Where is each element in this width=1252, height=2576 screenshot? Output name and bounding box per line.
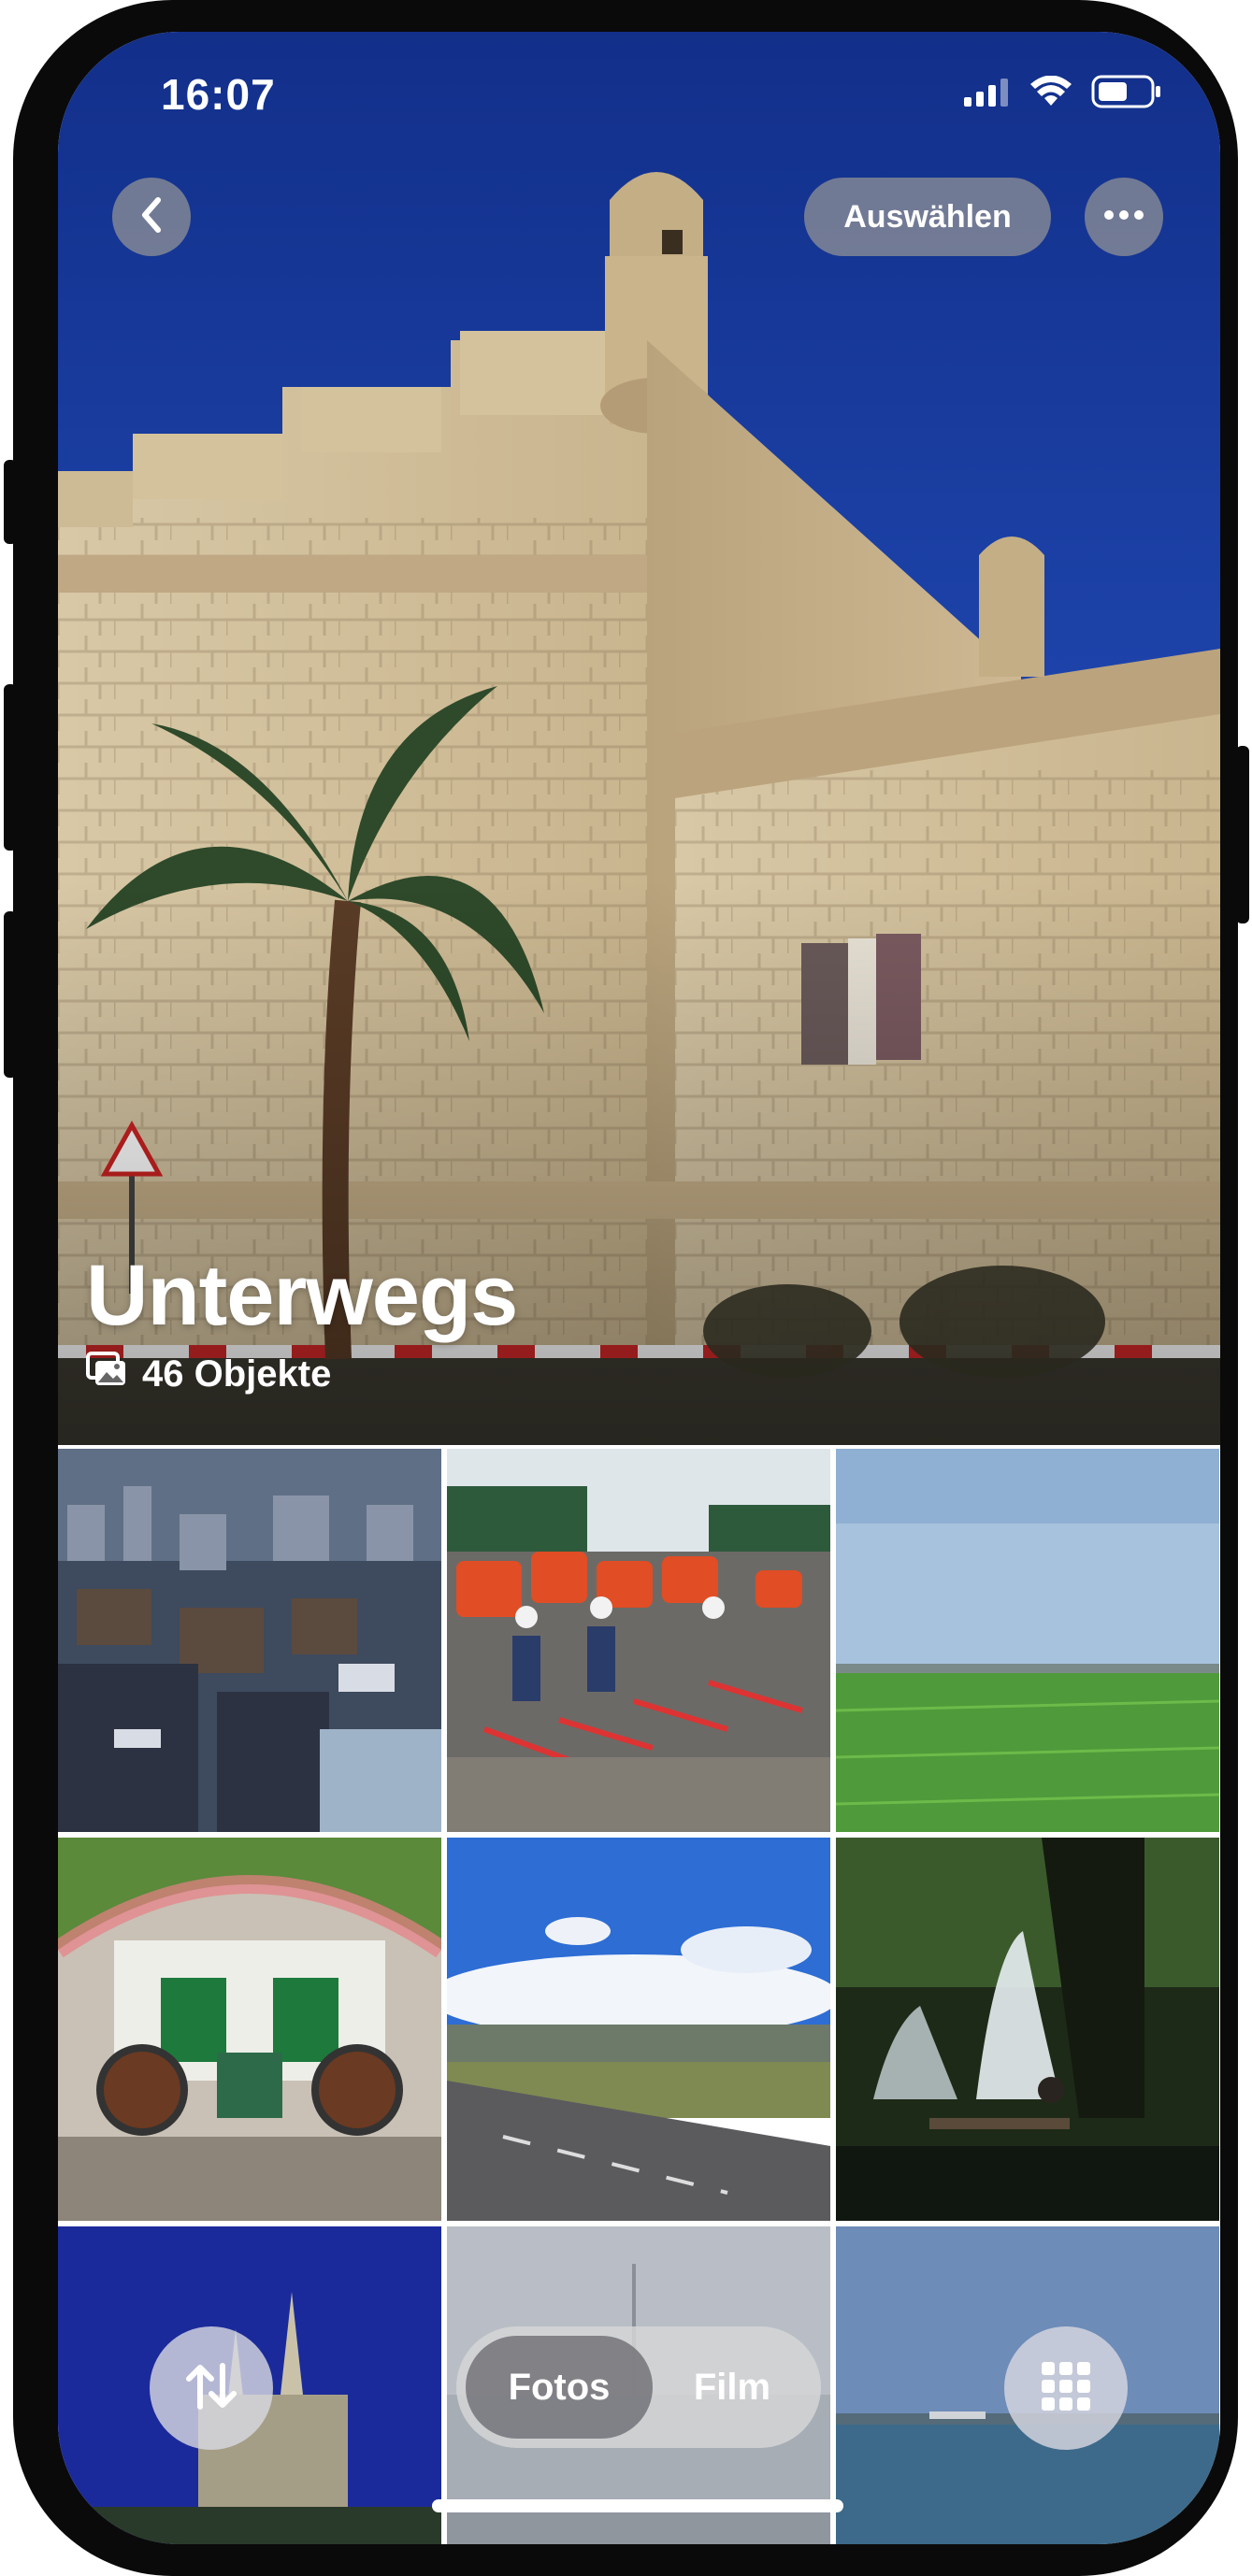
sort-arrows-icon [185,2362,237,2415]
more-button[interactable] [1085,178,1163,256]
album-count-label: 46 Objekte [142,1352,332,1395]
segment-film[interactable]: Film [653,2336,812,2439]
select-button[interactable]: Auswählen [804,178,1051,256]
screen: 16:07 Auswählen Unterwegs 46 Objekte Fot… [58,32,1220,2544]
status-bar: 16:07 [58,32,1220,125]
chevron-left-icon [137,196,165,238]
view-segmented-control: Fotos Film [456,2326,821,2448]
grid-view-button[interactable] [1004,2326,1128,2450]
battery-icon [1091,75,1162,113]
home-indicator[interactable] [432,2499,843,2512]
status-icons [964,75,1162,113]
phone-frame: 16:07 Auswählen Unterwegs 46 Objekte Fot… [13,0,1238,2576]
ellipsis-icon [1103,208,1144,225]
back-button[interactable] [112,178,191,256]
photo-thumbnail-road[interactable] [447,1838,830,2221]
photo-thumbnail-rickshaws[interactable] [447,1449,830,1832]
album-count: 46 Objekte [86,1352,331,1396]
wifi-icon [1029,75,1072,112]
cellular-signal-icon [964,77,1011,111]
photo-thumbnail-fountain[interactable] [836,1838,1219,2221]
power-button [1236,746,1249,923]
segment-photos[interactable]: Fotos [466,2336,653,2439]
album-cover-photo[interactable] [58,32,1220,1445]
status-time: 16:07 [161,70,276,119]
sort-button[interactable] [150,2326,273,2450]
grid-dots-icon [1042,2361,1090,2415]
photo-stack-icon [86,1352,127,1396]
album-title: Unterwegs [86,1248,518,1343]
photo-thumbnail-entrance[interactable] [58,1838,441,2221]
photo-thumbnail-ricefield[interactable] [836,1449,1219,1832]
photo-thumbnail-city[interactable] [58,1449,441,1832]
